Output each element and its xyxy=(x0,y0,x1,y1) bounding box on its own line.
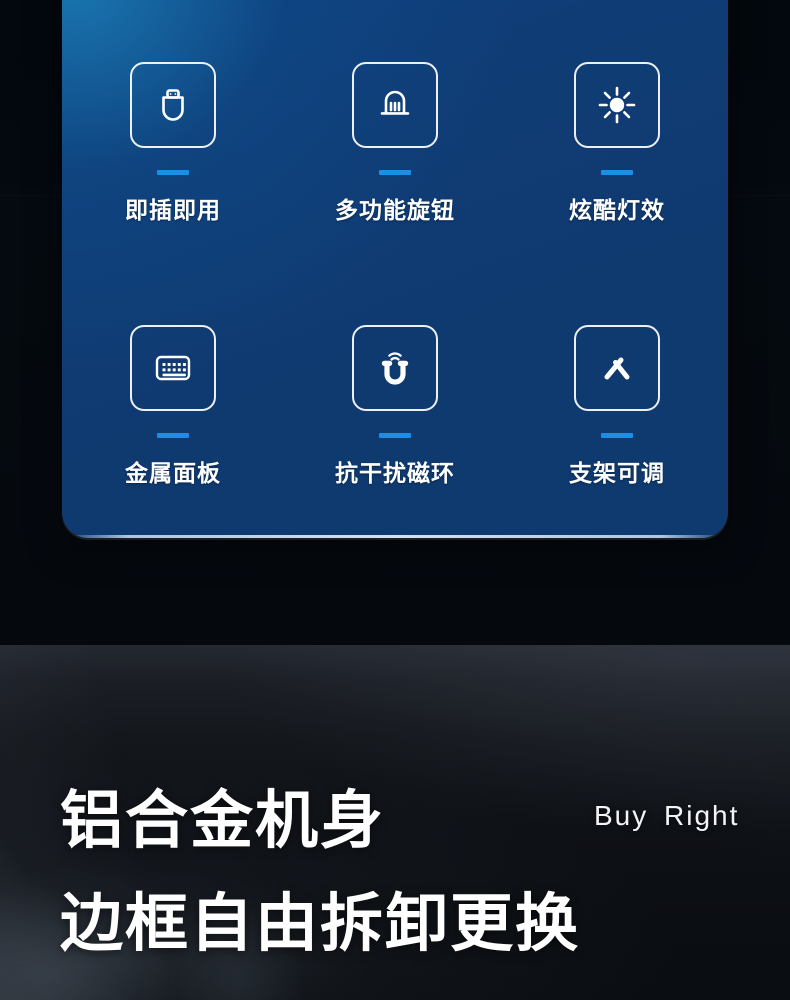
feature-cell-metal-panel[interactable]: 金属面板 xyxy=(62,275,284,538)
accent-dash xyxy=(601,170,633,176)
feature-label: 金属面板 xyxy=(125,460,221,487)
magnet-icon xyxy=(352,325,438,412)
brand-name: Buy Right xyxy=(594,800,740,831)
feature-cell-adjustable-stand[interactable]: 支架可调 xyxy=(506,275,728,538)
feature-label: 多功能旋钮 xyxy=(335,197,455,224)
keyboard-icon xyxy=(130,325,216,412)
feature-cell-ergonomics[interactable]: 人体工学 xyxy=(506,0,728,13)
accent-dash xyxy=(379,170,411,176)
feature-cell-rgb-lighting[interactable]: 炫酷灯效 xyxy=(506,13,728,276)
hero-title-line-2: 边框自由拆卸更换 xyxy=(60,889,580,959)
sun-light-icon xyxy=(574,62,660,149)
feature-card: 机械箱体 可编程芯片 xyxy=(62,0,728,538)
feature-cell-programmable-chip[interactable]: 可编程芯片 xyxy=(284,0,506,13)
usb-drive-icon xyxy=(130,62,216,149)
feature-label: 抗干扰磁环 xyxy=(335,460,455,487)
feature-label: 支架可调 xyxy=(569,460,665,487)
accent-dash xyxy=(157,433,189,439)
feature-cell-anti-interference-magnet[interactable]: 抗干扰磁环 xyxy=(284,275,506,538)
feature-label: 即插即用 xyxy=(125,197,221,224)
feature-cell-plug-and-play[interactable]: 即插即用 xyxy=(62,13,284,276)
accent-dash xyxy=(379,433,411,439)
accent-dash xyxy=(157,170,189,176)
product-detail-page: 机械箱体 可编程芯片 xyxy=(0,0,790,1000)
adjustable-stand-icon xyxy=(574,325,660,412)
accent-dash xyxy=(601,433,633,439)
feature-grid: 机械箱体 可编程芯片 xyxy=(62,0,728,538)
rotary-knob-icon xyxy=(352,62,438,149)
feature-cell-multifunction-knob[interactable]: 多功能旋钮 xyxy=(284,13,506,276)
feature-cell-mechanical-case[interactable]: 机械箱体 xyxy=(62,0,284,13)
feature-label: 炫酷灯效 xyxy=(569,197,665,224)
hero-title-line-1: 铝合金机身 xyxy=(60,786,385,856)
